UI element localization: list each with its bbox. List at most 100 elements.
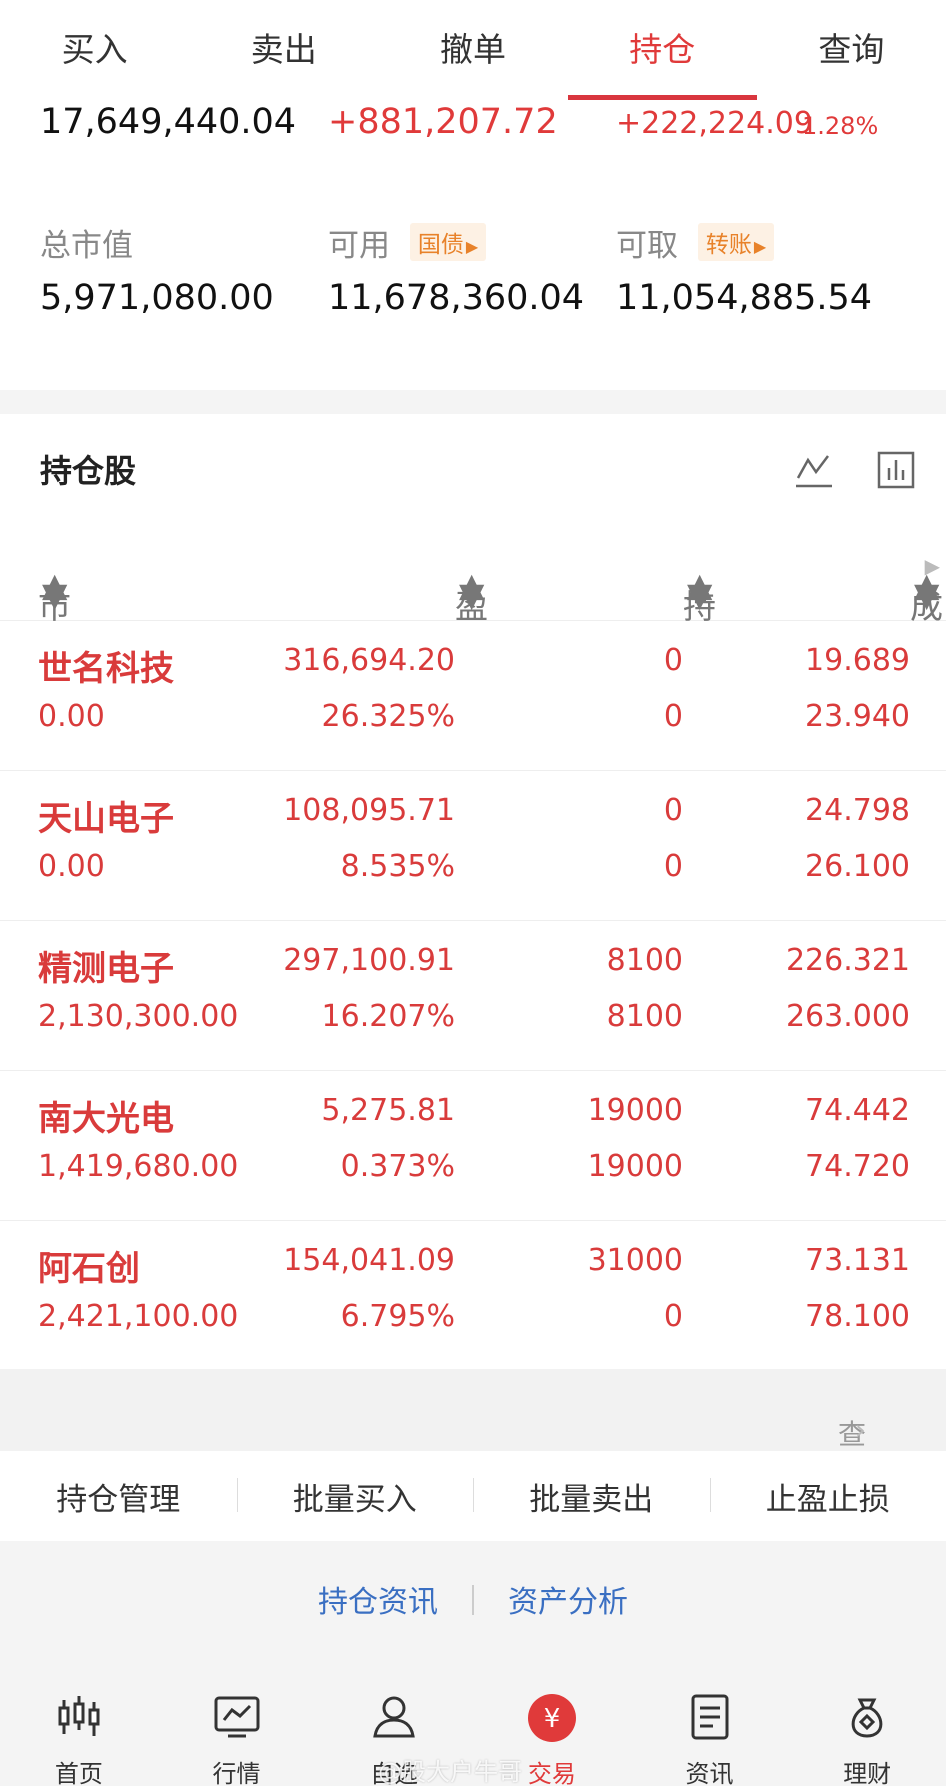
stock-name: 阿石创 xyxy=(38,1241,140,1290)
stock-pl-percent: 0.373% xyxy=(341,1149,455,1184)
total-assets-value: 17,649,440.04 xyxy=(40,102,296,142)
stock-name: 南大光电 xyxy=(38,1091,174,1140)
sort-icon: ▲▼ xyxy=(687,580,701,600)
money-bag-icon xyxy=(842,1692,892,1742)
stock-market-value: 2,130,300.00 xyxy=(38,999,238,1034)
stock-pl-percent: 16.207% xyxy=(322,999,455,1034)
holdings-news-link[interactable]: 持仓资讯 xyxy=(318,1577,438,1621)
watermark: @股大户牛哥 xyxy=(378,1752,522,1787)
nav-news[interactable]: 资讯 xyxy=(631,1676,789,1786)
transfer-tag[interactable]: 转账▶ xyxy=(698,223,774,261)
batch-sell-button[interactable]: 批量卖出 xyxy=(473,1474,710,1519)
stock-market-value: 0.00 xyxy=(38,849,105,884)
tab-holdings[interactable]: 持仓 xyxy=(568,0,757,100)
stock-cost: 226.321 xyxy=(786,943,910,978)
today-pl-value: +222,224.09 xyxy=(616,106,813,141)
svg-text:¥: ¥ xyxy=(544,1704,561,1734)
scroll-right-icon[interactable]: ▶ xyxy=(925,554,940,578)
stock-pl-percent: 26.325% xyxy=(322,699,455,734)
trend-chart-icon xyxy=(212,1692,262,1742)
stock-position: 8100 xyxy=(607,943,683,978)
stock-available: 0 xyxy=(664,699,683,734)
sort-icon: ▲▼ xyxy=(459,580,473,600)
withdrawable-label-group: 可取 转账▶ xyxy=(616,220,774,265)
asset-analysis-link[interactable]: 资产分析 xyxy=(508,1577,628,1621)
stock-price: 23.940 xyxy=(805,699,910,734)
holding-row[interactable]: 天山电子 0.00 108,095.71 8.535% 0 0 24.798 2… xyxy=(0,771,946,921)
nav-home-label: 首页 xyxy=(0,1754,158,1789)
batch-buy-button[interactable]: 批量买入 xyxy=(237,1474,474,1519)
stock-available: 19000 xyxy=(588,1149,683,1184)
tab-buy[interactable]: 买入 xyxy=(0,0,189,100)
stock-pl: 154,041.09 xyxy=(283,1243,455,1278)
tab-sell[interactable]: 卖出 xyxy=(189,0,378,100)
link-divider xyxy=(472,1585,474,1615)
stock-position: 19000 xyxy=(588,1093,683,1128)
stock-available: 0 xyxy=(664,849,683,884)
stock-pl: 108,095.71 xyxy=(283,793,455,828)
top-tab-bar: 买入 卖出 撤单 持仓 查询 xyxy=(0,0,946,101)
caret-right-icon: ▶ xyxy=(466,237,478,256)
transfer-tag-label: 转账 xyxy=(706,232,752,258)
tab-cancel[interactable]: 撤单 xyxy=(378,0,567,100)
document-icon xyxy=(685,1692,735,1742)
stock-available: 8100 xyxy=(607,999,683,1034)
stock-pl: 297,100.91 xyxy=(283,943,455,978)
sort-icon: ▲▼ xyxy=(914,580,928,600)
line-chart-icon[interactable] xyxy=(794,450,834,490)
nav-news-label: 资讯 xyxy=(631,1754,789,1789)
position-management-button[interactable]: 持仓管理 xyxy=(0,1474,237,1519)
holdings-header: 持仓股 xyxy=(0,414,946,521)
stock-cost: 74.442 xyxy=(805,1093,910,1128)
stock-position: 0 xyxy=(664,793,683,828)
stock-price: 26.100 xyxy=(805,849,910,884)
withdrawable-value: 11,054,885.54 xyxy=(616,278,872,318)
stock-cost: 24.798 xyxy=(805,793,910,828)
nav-wealth-label: 理财 xyxy=(788,1754,946,1789)
holding-row[interactable]: 南大光电 1,419,680.00 5,275.81 0.373% 19000 … xyxy=(0,1071,946,1221)
stock-pl-percent: 8.535% xyxy=(341,849,455,884)
stock-name: 天山电子 xyxy=(38,791,174,840)
user-icon xyxy=(369,1692,419,1742)
stock-pl: 316,694.20 xyxy=(283,643,455,678)
summary-top-row: 17,649,440.04 +881,207.72 +222,224.09 1.… xyxy=(0,100,946,150)
withdrawable-label: 可取 xyxy=(616,228,678,264)
stock-price: 263.000 xyxy=(786,999,910,1034)
candlestick-icon xyxy=(54,1692,104,1742)
stock-pl: 5,275.81 xyxy=(321,1093,455,1128)
stock-position: 31000 xyxy=(588,1243,683,1278)
caret-right-icon: ▶ xyxy=(754,237,766,256)
market-value-label: 总市值 xyxy=(40,220,133,265)
tab-query[interactable]: 查询 xyxy=(757,0,946,100)
bar-chart-icon[interactable] xyxy=(876,450,916,490)
treasury-bond-tag[interactable]: 国债▶ xyxy=(410,223,486,261)
asset-summary: 17,649,440.04 +881,207.72 +222,224.09 1.… xyxy=(0,100,946,390)
available-value: 11,678,360.04 xyxy=(328,278,584,318)
nav-home[interactable]: 首页 xyxy=(0,1676,158,1786)
holdings-list: 世名科技 0.00 316,694.20 26.325% 0 0 19.689 … xyxy=(0,621,946,1370)
stock-cost: 19.689 xyxy=(805,643,910,678)
market-value: 5,971,080.00 xyxy=(40,278,274,318)
stock-position: 0 xyxy=(664,643,683,678)
holding-row[interactable]: 阿石创 2,421,100.00 154,041.09 6.795% 31000… xyxy=(0,1221,946,1370)
today-pl-percent: 1.28% xyxy=(802,112,878,140)
available-label-group: 可用 国债▶ xyxy=(328,220,486,265)
nav-market-label: 行情 xyxy=(158,1754,316,1789)
chevron-right-icon: › xyxy=(855,1413,866,1446)
stock-price: 74.720 xyxy=(805,1149,910,1184)
stock-price: 78.100 xyxy=(805,1299,910,1334)
holdings-column-headers: 市值▲▼ 盈亏▲▼ 持仓/可用▲▼ 成本/现价▲▼ ▶ xyxy=(0,520,946,621)
float-pl-value: +881,207.72 xyxy=(328,102,558,142)
stop-profit-loss-button[interactable]: 止盈止损 xyxy=(710,1474,946,1519)
nav-market[interactable]: 行情 xyxy=(158,1676,316,1786)
holding-row[interactable]: 世名科技 0.00 316,694.20 26.325% 0 0 19.689 … xyxy=(0,621,946,771)
stock-pl-percent: 6.795% xyxy=(341,1299,455,1334)
stock-name: 精测电子 xyxy=(38,941,174,990)
holding-row[interactable]: 精测电子 2,130,300.00 297,100.91 16.207% 810… xyxy=(0,921,946,1071)
treasury-bond-tag-label: 国债 xyxy=(418,232,464,258)
holdings-action-bar: 持仓管理 批量买入 批量卖出 止盈止损 xyxy=(0,1451,946,1541)
stock-market-value: 1,419,680.00 xyxy=(38,1149,238,1184)
cleared-stocks-bar: 查看已清仓股票 › xyxy=(0,1369,946,1451)
stock-name: 世名科技 xyxy=(38,641,174,690)
nav-wealth[interactable]: 理财 xyxy=(788,1676,946,1786)
